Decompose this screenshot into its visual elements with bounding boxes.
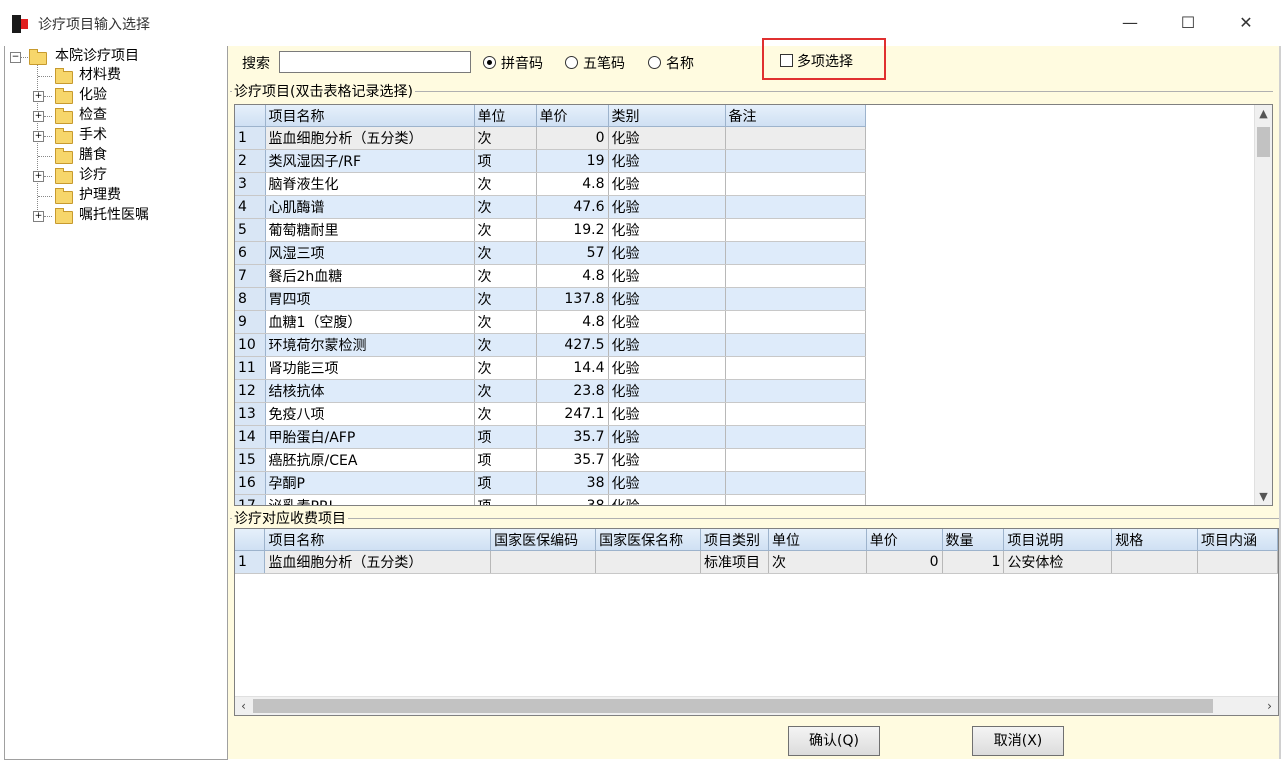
expand-toggle-icon[interactable]: +	[33, 111, 44, 122]
scroll-left-icon[interactable]: ‹	[235, 697, 252, 715]
folder-icon	[55, 188, 73, 204]
col-header[interactable]: 规格	[1111, 529, 1198, 551]
search-label: 搜索	[242, 56, 270, 72]
tree-root-label[interactable]: 本院诊疗项目	[55, 46, 139, 66]
table-row[interactable]: 14 甲胎蛋白/AFP 项 35.7 化验	[235, 425, 866, 449]
expand-toggle-icon[interactable]: +	[33, 91, 44, 102]
table-row[interactable]: 6 风湿三项次 57 化验	[235, 241, 866, 265]
close-button[interactable]: ✕	[1231, 10, 1261, 36]
table-row[interactable]: 10 环境荷尔蒙检测次 427.5 化验	[235, 333, 866, 357]
category-tree: − 本院诊疗项目 材料费 + 化验 + 检查 + 手术 膳食 + 诊疗 护理费 …	[4, 46, 228, 760]
table-row[interactable]: 13 免疫八项次 247.1 化验	[235, 402, 866, 426]
scroll-thumb[interactable]	[1257, 127, 1270, 157]
multi-select-highlight: 多项选择	[762, 38, 886, 80]
fee-group-title: 诊疗对应收费项目	[232, 508, 348, 528]
radio-pinyin[interactable]: 拼音码	[483, 53, 543, 73]
table-row[interactable]: 2 类风湿因子/RF 项 19 化验	[235, 149, 866, 173]
folder-icon	[55, 68, 73, 84]
col-header[interactable]: 单价	[536, 105, 609, 127]
main-panel: 搜索 拼音码 五笔码 名称 多项选择 诊疗项目(双击表格记录选择) 项目名称 单…	[228, 38, 1281, 759]
multi-select-checkbox[interactable]: 多项选择	[780, 51, 853, 71]
scroll-up-icon[interactable]: ▲	[1255, 105, 1272, 122]
table-row[interactable]: 4 心肌酶谱次 47.6 化验	[235, 195, 866, 219]
expand-toggle-icon[interactable]: +	[33, 171, 44, 182]
col-header[interactable]: 项目内涵	[1197, 529, 1278, 551]
col-header[interactable]: 单价	[866, 529, 943, 551]
maximize-button[interactable]: ☐	[1173, 10, 1203, 36]
confirm-button[interactable]: 确认(Q)	[788, 726, 880, 756]
col-header[interactable]: 项目说明	[1003, 529, 1113, 551]
fee-table: 项目名称 国家医保编码 国家医保名称 项目类别 单位 单价 数量 项目说明 规格…	[235, 529, 1278, 574]
fee-grid: 项目名称 国家医保编码 国家医保名称 项目类别 单位 单价 数量 项目说明 规格…	[234, 528, 1279, 716]
col-header[interactable]: 国家医保编码	[490, 529, 597, 551]
open-folder-icon	[29, 49, 47, 65]
tree-item-meals[interactable]: 膳食	[79, 145, 107, 165]
fee-horizontal-scrollbar[interactable]: ‹ ›	[235, 696, 1278, 715]
row-number-header	[235, 529, 266, 551]
items-grid: 项目名称 单位 单价 类别 备注 1 监血细胞分析（五分类）次 0 化验 2 类风湿因子…	[234, 104, 1273, 506]
radio-wubi[interactable]: 五笔码	[565, 53, 625, 73]
col-header[interactable]: 国家医保名称	[595, 529, 702, 551]
table-row[interactable]: 1 监血细胞分析（五分类）次 0 化验	[235, 126, 866, 150]
tree-item-surgery[interactable]: 手术	[79, 125, 107, 145]
col-header[interactable]: 项目名称	[265, 105, 475, 127]
col-header[interactable]: 单位	[474, 105, 537, 127]
cancel-button[interactable]: 取消(X)	[972, 726, 1064, 756]
items-table: 项目名称 单位 单价 类别 备注 1 监血细胞分析（五分类）次 0 化验 2 类风湿因子…	[235, 105, 866, 505]
folder-icon	[55, 88, 73, 104]
table-row[interactable]: 5 葡萄糖耐里次 19.2 化验	[235, 218, 866, 242]
collapse-toggle-icon[interactable]: −	[10, 52, 21, 63]
table-row[interactable]: 9 血糖1（空腹）次 4.8 化验	[235, 310, 866, 334]
tree-item-treatment[interactable]: 诊疗	[79, 165, 107, 185]
expand-toggle-icon[interactable]: +	[33, 131, 44, 142]
col-header[interactable]: 项目类别	[700, 529, 769, 551]
folder-icon	[55, 208, 73, 224]
scroll-right-icon[interactable]: ›	[1261, 697, 1278, 715]
row-number-header	[235, 105, 266, 127]
minimize-button[interactable]: —	[1115, 10, 1145, 36]
scroll-down-icon[interactable]: ▼	[1255, 488, 1272, 505]
app-logo-icon	[12, 15, 30, 33]
tree-item-nursing[interactable]: 护理费	[79, 185, 121, 205]
radio-selected-icon	[483, 56, 496, 69]
table-row[interactable]: 1 监血细胞分析（五分类） 标准项目 次 0 1 公安体检	[235, 550, 1278, 574]
radio-icon	[565, 56, 578, 69]
items-vertical-scrollbar[interactable]: ▲ ▼	[1254, 105, 1272, 505]
tree-item-lab[interactable]: 化验	[79, 85, 107, 105]
col-header[interactable]: 单位	[768, 529, 867, 551]
expand-toggle-icon[interactable]: +	[33, 211, 44, 222]
folder-icon	[55, 148, 73, 164]
window-title: 诊疗项目输入选择	[38, 17, 150, 33]
checkbox-icon	[780, 54, 793, 67]
items-group-title: 诊疗项目(双击表格记录选择)	[232, 81, 415, 101]
col-header[interactable]: 备注	[725, 105, 866, 127]
table-row[interactable]: 7 餐后2h血糖次 4.8 化验	[235, 264, 866, 288]
tree-item-exam[interactable]: 检查	[79, 105, 107, 125]
radio-icon	[648, 56, 661, 69]
table-row[interactable]: 15 癌胚抗原/CEA 项 35.7 化验	[235, 448, 866, 472]
col-header[interactable]: 类别	[608, 105, 726, 127]
table-row[interactable]: 17泌乳素PRL项38化验	[235, 494, 866, 505]
table-row[interactable]: 11 肾功能三项次 14.4 化验	[235, 356, 866, 380]
col-header[interactable]: 数量	[942, 529, 1005, 551]
folder-icon	[55, 168, 73, 184]
tree-item-orders[interactable]: 嘱托性医嘱	[79, 205, 149, 225]
scroll-thumb[interactable]	[253, 699, 1213, 713]
title-bar: 诊疗项目输入选择 — ☐ ✕	[0, 0, 1281, 46]
table-row[interactable]: 8 胃四项次 137.8 化验	[235, 287, 866, 311]
folder-icon	[55, 108, 73, 124]
folder-icon	[55, 128, 73, 144]
radio-name[interactable]: 名称	[648, 53, 694, 73]
table-row[interactable]: 3 脑脊液生化次 4.8 化验	[235, 172, 866, 196]
search-input[interactable]	[279, 51, 471, 73]
col-header[interactable]: 项目名称	[264, 529, 492, 551]
tree-item-materials[interactable]: 材料费	[79, 65, 121, 85]
table-row[interactable]: 16 孕酮P 项 38 化验	[235, 471, 866, 495]
table-row[interactable]: 12 结核抗体次 23.8 化验	[235, 379, 866, 403]
